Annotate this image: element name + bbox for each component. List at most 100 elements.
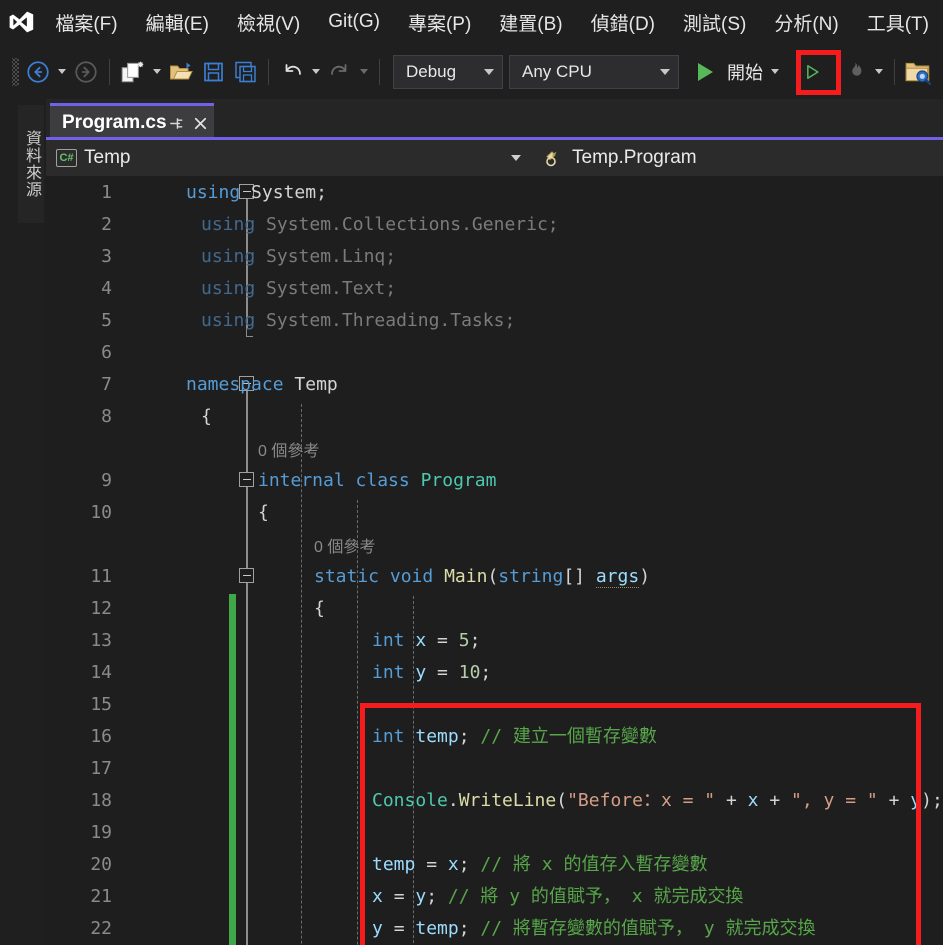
save-button[interactable] (197, 54, 229, 90)
standard-toolbar: Debug Any CPU 開始 (0, 44, 943, 99)
line-number: 8 (101, 406, 112, 427)
menu-tools[interactable]: 工具(T) (853, 0, 943, 44)
document-tab-strip: Program.cs (46, 99, 943, 140)
solution-platform-select[interactable]: Any CPU (509, 54, 679, 89)
breadcrumb-member-label: Temp.Program (572, 147, 697, 168)
fold-toggle-method[interactable] (239, 568, 254, 583)
solution-configuration-value: Debug (406, 61, 457, 81)
start-debug-label: 開始 (727, 62, 763, 83)
code-line-18: Console.WriteLine("Before：x = " + x + ",… (372, 790, 943, 811)
menu-file[interactable]: 檔案(F) (41, 0, 131, 44)
line-number: 1 (101, 182, 112, 203)
menu-bar: 檔案(F) 編輯(E) 檢視(V) Git(G) 專案(P) 建置(B) 偵錯(… (0, 0, 943, 44)
code-line-8: { (201, 406, 212, 427)
code-line-22: y = temp; // 將暫存變數的值賦予， y 就完成交換 (372, 918, 816, 939)
code-line-3: using System.Linq; (201, 246, 397, 267)
close-icon[interactable] (191, 113, 211, 133)
visual-studio-logo-icon (0, 0, 41, 44)
run-without-debugging-button[interactable] (795, 54, 829, 90)
toolbar-separator (379, 58, 380, 85)
line-number: 20 (90, 854, 112, 875)
line-number: 6 (101, 342, 112, 363)
save-icon (203, 62, 223, 81)
solution-configuration-select[interactable]: Debug (393, 54, 503, 89)
redo-arrow-icon (331, 63, 347, 75)
start-debug-dropdown[interactable] (767, 55, 783, 89)
line-number: 5 (101, 310, 112, 331)
line-number: 7 (101, 374, 112, 395)
editor-window: Program.cs C# Temp Temp.Program 1 2 3 4 … (46, 99, 943, 945)
start-debug-button[interactable] (689, 54, 721, 90)
new-item-icon (121, 61, 144, 82)
play-outline-icon (807, 64, 819, 79)
menu-git[interactable]: Git(G) (314, 0, 394, 44)
codelens-class-references[interactable]: 0 個參考 (258, 436, 319, 468)
pin-icon[interactable] (167, 113, 187, 133)
new-item-button[interactable] (117, 54, 149, 90)
line-number: 16 (90, 726, 112, 747)
new-item-dropdown[interactable] (149, 55, 165, 89)
code-editor-surface[interactable]: 1 2 3 4 5 6 7 8 9 10 11 12 13 14 15 16 1… (46, 176, 943, 945)
document-tab-program-cs[interactable]: Program.cs (50, 103, 214, 140)
save-all-button[interactable] (229, 54, 261, 90)
hot-reload-button[interactable] (839, 54, 871, 90)
breadcrumb-type-selector[interactable]: C# Temp (46, 140, 535, 176)
code-line-20: temp = x; // 將 x 的值存入暫存變數 (372, 854, 708, 875)
toolbar-grip-handle[interactable] (8, 57, 22, 87)
menu-project[interactable]: 專案(P) (394, 0, 485, 44)
redo-dropdown[interactable] (356, 55, 372, 89)
line-number: 9 (101, 470, 112, 491)
line-number: 18 (90, 790, 112, 811)
chevron-down-icon (511, 155, 521, 161)
folder-search-icon (905, 62, 932, 85)
code-line-4: using System.Text; (201, 278, 397, 299)
line-number: 19 (90, 822, 112, 843)
menu-view[interactable]: 檢視(V) (223, 0, 314, 44)
menu-debug[interactable]: 偵錯(D) (577, 0, 669, 44)
navigate-back-button[interactable] (22, 54, 54, 90)
chevron-down-icon (660, 68, 670, 75)
chevron-down-icon (484, 68, 494, 75)
code-line-2: using System.Collections.Generic; (201, 214, 559, 235)
play-filled-icon (697, 62, 713, 81)
line-number: 14 (90, 662, 112, 683)
navigate-back-dropdown[interactable] (54, 55, 70, 89)
line-number: 21 (90, 886, 112, 907)
navigation-breadcrumb-bar: C# Temp Temp.Program (46, 140, 943, 176)
line-number: 13 (90, 630, 112, 651)
fold-toggle-class[interactable] (239, 472, 254, 487)
breadcrumb-type-label: Temp (84, 147, 131, 168)
hot-reload-dropdown[interactable] (871, 55, 887, 89)
open-folder-icon (169, 62, 193, 79)
line-number: 17 (90, 758, 112, 779)
menu-edit[interactable]: 編輯(E) (132, 0, 223, 44)
line-number: 15 (90, 694, 112, 715)
visual-studio-window: 檔案(F) 編輯(E) 檢視(V) Git(G) 專案(P) 建置(B) 偵錯(… (0, 0, 943, 945)
search-solution-button[interactable] (902, 54, 934, 90)
codelens-method-references[interactable]: 0 個參考 (314, 532, 375, 564)
code-line-5: using System.Threading.Tasks; (201, 310, 516, 331)
save-all-icon (234, 61, 256, 82)
breadcrumb-member-selector[interactable]: Temp.Program (535, 140, 943, 176)
code-line-12: { (314, 598, 325, 619)
solution-platform-value: Any CPU (522, 61, 592, 81)
navigate-forward-button[interactable] (70, 54, 102, 90)
code-content: 1 2 3 4 5 6 7 8 9 10 11 12 13 14 15 16 1… (46, 176, 943, 945)
unsaved-change-bar (229, 594, 236, 945)
arrow-right-circle-icon (75, 60, 97, 83)
code-line-1: using System; (186, 182, 327, 203)
undo-dropdown[interactable] (308, 55, 324, 89)
class-member-icon (546, 151, 557, 167)
open-file-button[interactable] (165, 54, 197, 90)
menu-test[interactable]: 測試(S) (669, 0, 760, 44)
toolbar-separator (109, 58, 110, 85)
data-sources-tab[interactable]: 資料來源 (18, 105, 44, 223)
code-line-9: internal class Program (258, 470, 497, 491)
code-line-14: int y = 10; (372, 662, 492, 683)
code-line-13: int x = 5; (372, 630, 481, 651)
menu-analyze[interactable]: 分析(N) (760, 0, 852, 44)
toolbar-separator (268, 58, 269, 85)
redo-button[interactable] (324, 54, 356, 90)
menu-build[interactable]: 建置(B) (485, 0, 576, 44)
undo-button[interactable] (276, 54, 308, 90)
